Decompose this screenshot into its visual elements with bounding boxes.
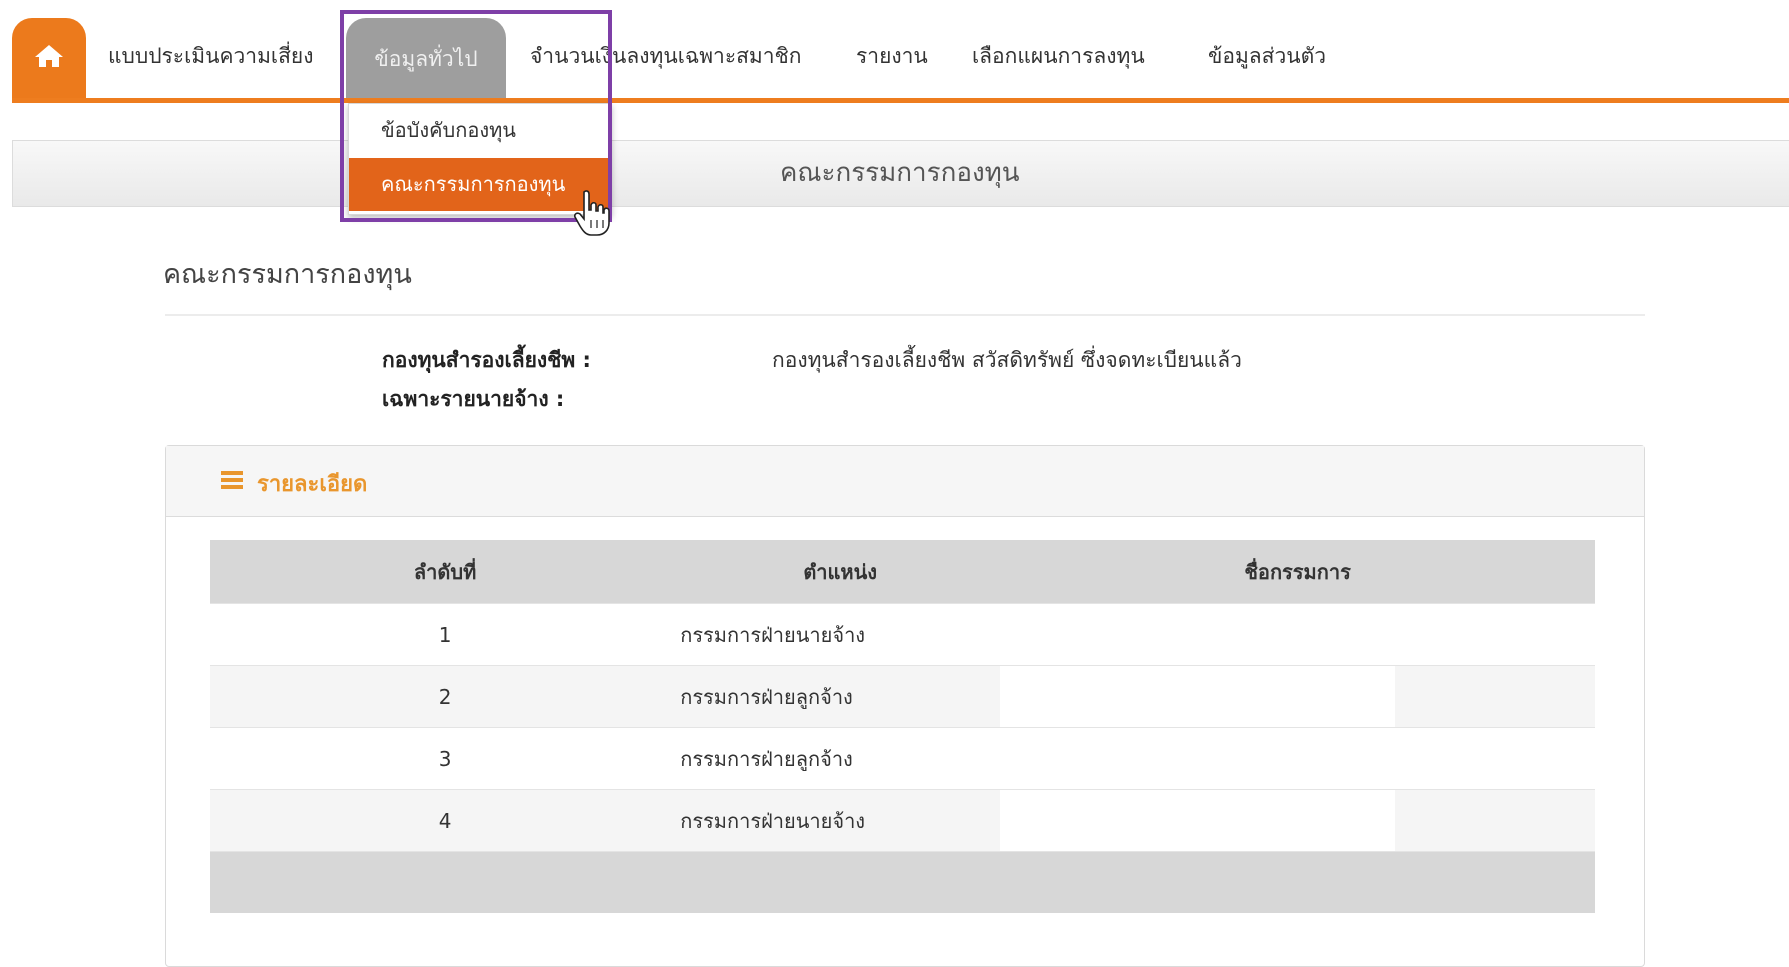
row-name	[1000, 665, 1595, 728]
details-panel-header: รายละเอียด	[166, 446, 1644, 517]
column-header-name: ชื่อกรรมการ	[1000, 540, 1595, 604]
page-header-title: คณะกรรมการกองทุน	[780, 158, 1020, 188]
row-name	[1000, 603, 1595, 666]
table-row: 3 กรรมการฝ่ายลูกจ้าง	[210, 727, 1595, 790]
table-row: 1 กรรมการฝ่ายนายจ้าง	[210, 603, 1595, 666]
nav-personal-info[interactable]: ข้อมูลส่วนตัว	[1208, 40, 1326, 73]
row-order: 3	[210, 727, 681, 790]
row-position: กรรมการฝ่ายลูกจ้าง	[680, 727, 1001, 790]
fund-label: กองทุนสำรองเลี้ยงชีพ :	[382, 348, 591, 372]
section-divider	[165, 314, 1645, 316]
section-title: คณะกรรมการกองทุน	[163, 259, 412, 290]
table-footer-cell	[210, 851, 1595, 913]
home-tab[interactable]	[12, 18, 86, 103]
row-order: 1	[210, 603, 681, 666]
row-name	[1000, 727, 1595, 790]
details-panel-title: รายละเอียด	[257, 472, 368, 497]
hand-cursor-icon	[574, 190, 610, 236]
home-icon	[35, 45, 63, 67]
nav-member-investment[interactable]: จำนวนเงินลงทุนเฉพาะสมาชิก	[530, 40, 802, 73]
nav-risk-assessment[interactable]: แบบประเมินความเสี่ยง	[108, 40, 314, 73]
table-row: 4 กรรมการฝ่ายนายจ้าง	[210, 789, 1595, 852]
fund-value: กองทุนสำรองเลี้ยงชีพ สวัสดิทรัพย์ ซึ่งจด…	[772, 348, 1242, 372]
row-position: กรรมการฝ่ายลูกจ้าง	[680, 665, 1001, 728]
row-position: กรรมการฝ่ายนายจ้าง	[680, 603, 1001, 666]
nav-general-info[interactable]: ข้อมูลทั่วไป	[346, 18, 506, 98]
top-navigation: แบบประเมินความเสี่ยง ข้อมูลทั่วไป จำนวนเ…	[0, 0, 1789, 105]
nav-investment-plan[interactable]: เลือกแผนการลงทุน	[972, 40, 1145, 73]
list-icon	[221, 471, 243, 489]
table-header-row: ลำดับที่ ตำแหน่ง ชื่อกรรมการ	[210, 540, 1595, 604]
nav-report[interactable]: รายงาน	[856, 40, 928, 73]
table-row: 2 กรรมการฝ่ายลูกจ้าง	[210, 665, 1595, 728]
row-position: กรรมการฝ่ายนายจ้าง	[680, 789, 1001, 852]
general-info-dropdown: ข้อบังคับกองทุน คณะกรรมการกองทุน	[348, 103, 612, 215]
dropdown-item-fund-committee[interactable]: คณะกรรมการกองทุน	[349, 158, 611, 211]
row-order: 4	[210, 789, 681, 852]
dropdown-item-fund-regulations[interactable]: ข้อบังคับกองทุน	[349, 104, 611, 157]
row-name	[1000, 789, 1595, 852]
committee-table: ลำดับที่ ตำแหน่ง ชื่อกรรมการ 1 กรรมการฝ่…	[210, 540, 1595, 913]
row-order: 2	[210, 665, 681, 728]
nav-underline	[12, 98, 1789, 103]
column-header-order: ลำดับที่	[210, 540, 681, 604]
employer-label: เฉพาะรายนายจ้าง :	[382, 387, 565, 411]
table-footer-row	[210, 851, 1595, 913]
column-header-position: ตำแหน่ง	[680, 540, 1001, 604]
